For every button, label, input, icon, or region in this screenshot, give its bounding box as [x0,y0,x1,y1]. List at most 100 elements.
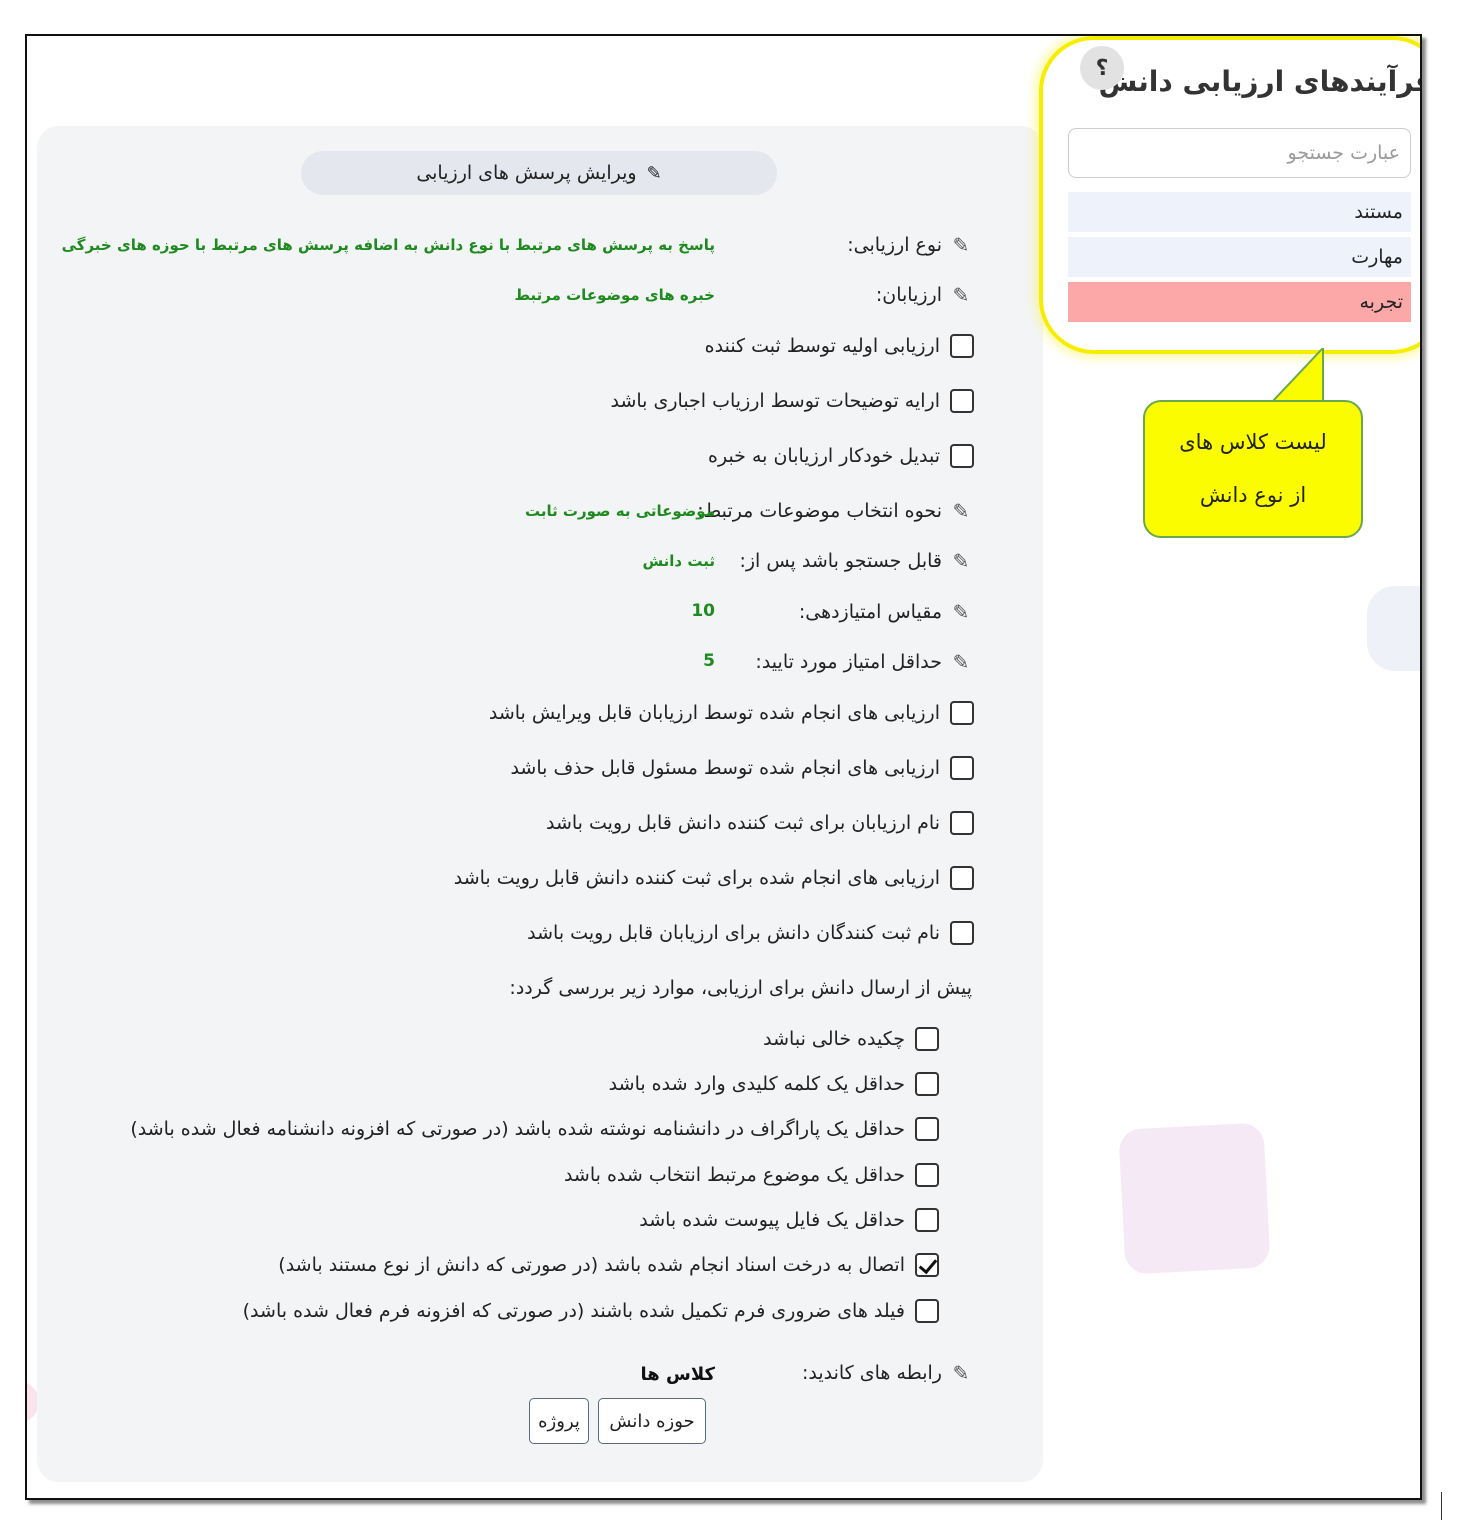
edit-title-label: ویرایش پرسش های ارزیابی [416,162,637,184]
check-keyword[interactable]: حداقل یک کلمه کلیدی وارد شده باشد [609,1072,939,1096]
check-label: حداقل یک فایل پیوست شده باشد [639,1209,905,1231]
pencil-icon[interactable]: ✎ [948,650,974,674]
checkbox[interactable] [950,921,974,945]
option-submitter-names-visible[interactable]: نام ثبت کنندگان دانش برای ارزیابان قابل … [527,921,974,945]
checkbox[interactable] [915,1208,939,1232]
check-doc-tree[interactable]: اتصال به درخت اسناد انجام شده باشد (در ص… [278,1253,939,1277]
searchable-value: ثبت دانش [642,552,715,570]
sidebar-item-skill[interactable]: مهارت [1068,237,1411,277]
option-label: ارزیابی های انجام شده توسط مسئول قابل حذ… [510,757,940,779]
option-evaluations-visible[interactable]: ارزیابی های انجام شده برای ثبت کننده دان… [454,866,974,890]
check-label: حداقل یک موضوع مرتبط انتخاب شده باشد [563,1164,905,1186]
pencil-icon[interactable]: ✎ [948,1361,974,1385]
check-abstract[interactable]: چکیده خالی نباشد [763,1027,939,1051]
min-score-row: ✎ حداقل امتیاز مورد تایید: [755,650,974,674]
option-label: نام ارزیابان برای ثبت کننده دانش قابل رو… [546,812,940,834]
pencil-icon[interactable]: ✎ [948,499,974,523]
checkbox[interactable] [915,1163,939,1187]
project-button[interactable]: پروژه [529,1398,589,1444]
checkbox-checked[interactable] [915,1253,939,1277]
evaluators-value: خبره های موضوعات مرتبط [514,286,715,304]
check-label: حداقل یک پاراگراف در دانشنامه نوشته شده … [130,1118,905,1140]
searchable-row: ✎ قابل جستجو باشد پس از: [739,549,974,573]
check-label: حداقل یک کلمه کلیدی وارد شده باشد [608,1073,905,1095]
candidate-row: ✎ رابطه های کاندید: [802,1361,974,1385]
decoration-shape [1118,1122,1271,1275]
option-mandatory-desc[interactable]: ارایه توضیحات توسط ارزیاب اجباری باشد [610,389,974,413]
checkbox[interactable] [950,444,974,468]
option-label: نام ثبت کنندگان دانش برای ارزیابان قابل … [527,922,940,944]
check-label: چکیده خالی نباشد [763,1028,905,1050]
button-label: حوزه دانش [609,1410,695,1432]
topic-method-value: موضوعاتی به صورت ثابت [524,502,715,520]
check-form[interactable]: فیلد های ضروری فرم تکمیل شده باشند (در ص… [243,1299,939,1323]
evaluators-label: ارزیابان: [875,284,942,306]
scale-label: مقیاس امتیازدهی: [798,601,942,623]
checkbox[interactable] [950,866,974,890]
option-deletable[interactable]: ارزیابی های انجام شده توسط مسئول قابل حذ… [510,756,974,780]
eval-type-row: ✎ نوع ارزیابی: [847,233,974,257]
option-label: ارزیابی های انجام شده برای ثبت کننده دان… [453,867,940,889]
decoration-shape [1367,586,1420,671]
option-initial-eval[interactable]: ارزیابی اولیه توسط ثبت کننده [705,334,974,358]
option-label: ارایه توضیحات توسط ارزیاب اجباری باشد [610,390,940,412]
search-input[interactable] [1068,128,1411,178]
help-glyph: ؟ [1095,55,1109,81]
evaluators-row: ✎ ارزیابان: [876,283,974,307]
checkbox[interactable] [950,756,974,780]
pre-check-text: پیش از ارسال دانش برای ارزیابی، موارد زی… [509,977,972,999]
checkbox[interactable] [950,701,974,725]
help-icon[interactable]: ؟ [1080,46,1124,90]
eval-type-label: نوع ارزیابی: [847,234,942,256]
sidebar-item-label: مستند [1354,201,1403,223]
checkbox[interactable] [950,389,974,413]
option-label: ارزیابی اولیه توسط ثبت کننده [704,335,940,357]
option-label: ارزیابی های انجام شده توسط ارزیابان قابل… [488,702,940,724]
callout-line: از نوع دانش [1199,483,1307,507]
settings-panel [37,126,1043,1482]
edit-questions-button[interactable]: ✎ ویرایش پرسش های ارزیابی [301,151,777,195]
checkbox[interactable] [915,1299,939,1323]
min-score-value: 5 [703,651,715,671]
option-evaluator-names-visible[interactable]: نام ارزیابان برای ثبت کننده دانش قابل رو… [546,811,974,835]
check-file[interactable]: حداقل یک فایل پیوست شده باشد [639,1208,939,1232]
option-label: تبدیل خودکار ارزیابان به خبره [708,445,940,467]
searchable-label: قابل جستجو باشد پس از: [739,550,942,572]
candidate-value: کلاس ها [640,1364,715,1385]
check-topic[interactable]: حداقل یک موضوع مرتبط انتخاب شده باشد [564,1163,939,1187]
pencil-icon[interactable]: ✎ [948,233,974,257]
min-score-label: حداقل امتیاز مورد تایید: [755,651,942,673]
sidebar-item-experience[interactable]: تجربه [1068,282,1411,322]
pencil-icon[interactable]: ✎ [948,549,974,573]
knowledge-domain-button[interactable]: حوزه دانش [598,1398,706,1444]
option-editable[interactable]: ارزیابی های انجام شده توسط ارزیابان قابل… [489,701,974,725]
scale-value: 10 [691,601,715,621]
option-auto-convert[interactable]: تبدیل خودکار ارزیابان به خبره [708,444,974,468]
checkbox[interactable] [915,1027,939,1051]
app-frame: ✎ ویرایش پرسش های ارزیابی ✎ نوع ارزیابی:… [25,34,1422,1500]
checkbox[interactable] [950,334,974,358]
sidebar-item-document[interactable]: مستند [1068,192,1411,232]
checkbox[interactable] [915,1072,939,1096]
topic-method-row: ✎ نحوه انتخاب موضوعات مرتبط: [697,499,974,523]
callout-note: لیست کلاس های از نوع دانش [1143,400,1363,538]
callout-line: لیست کلاس های [1179,430,1327,454]
pencil-icon: ✎ [646,162,662,184]
check-label: فیلد های ضروری فرم تکمیل شده باشند (در ص… [242,1300,905,1322]
checkbox[interactable] [915,1117,939,1141]
button-label: پروژه [538,1410,580,1432]
callout-pointer [1269,348,1324,403]
topic-method-label: نحوه انتخاب موضوعات مرتبط: [697,500,942,522]
sidebar-title: فرآیندهای ارزیابی دانش [1098,65,1422,98]
eval-type-value: پاسخ به پرسش های مرتبط با نوع دانش به اض… [61,236,715,254]
pencil-icon[interactable]: ✎ [948,600,974,624]
sidebar-item-label: تجربه [1359,291,1403,313]
candidate-label: رابطه های کاندید: [801,1362,942,1384]
pencil-icon[interactable]: ✎ [948,283,974,307]
checkbox[interactable] [950,811,974,835]
check-paragraph[interactable]: حداقل یک پاراگراف در دانشنامه نوشته شده … [130,1117,939,1141]
check-label: اتصال به درخت اسناد انجام شده باشد (در ص… [278,1254,905,1276]
sidebar-item-label: مهارت [1351,246,1403,268]
pre-check-label: پیش از ارسال دانش برای ارزیابی، موارد زی… [509,977,972,999]
scale-row: ✎ مقیاس امتیازدهی: [799,600,974,624]
